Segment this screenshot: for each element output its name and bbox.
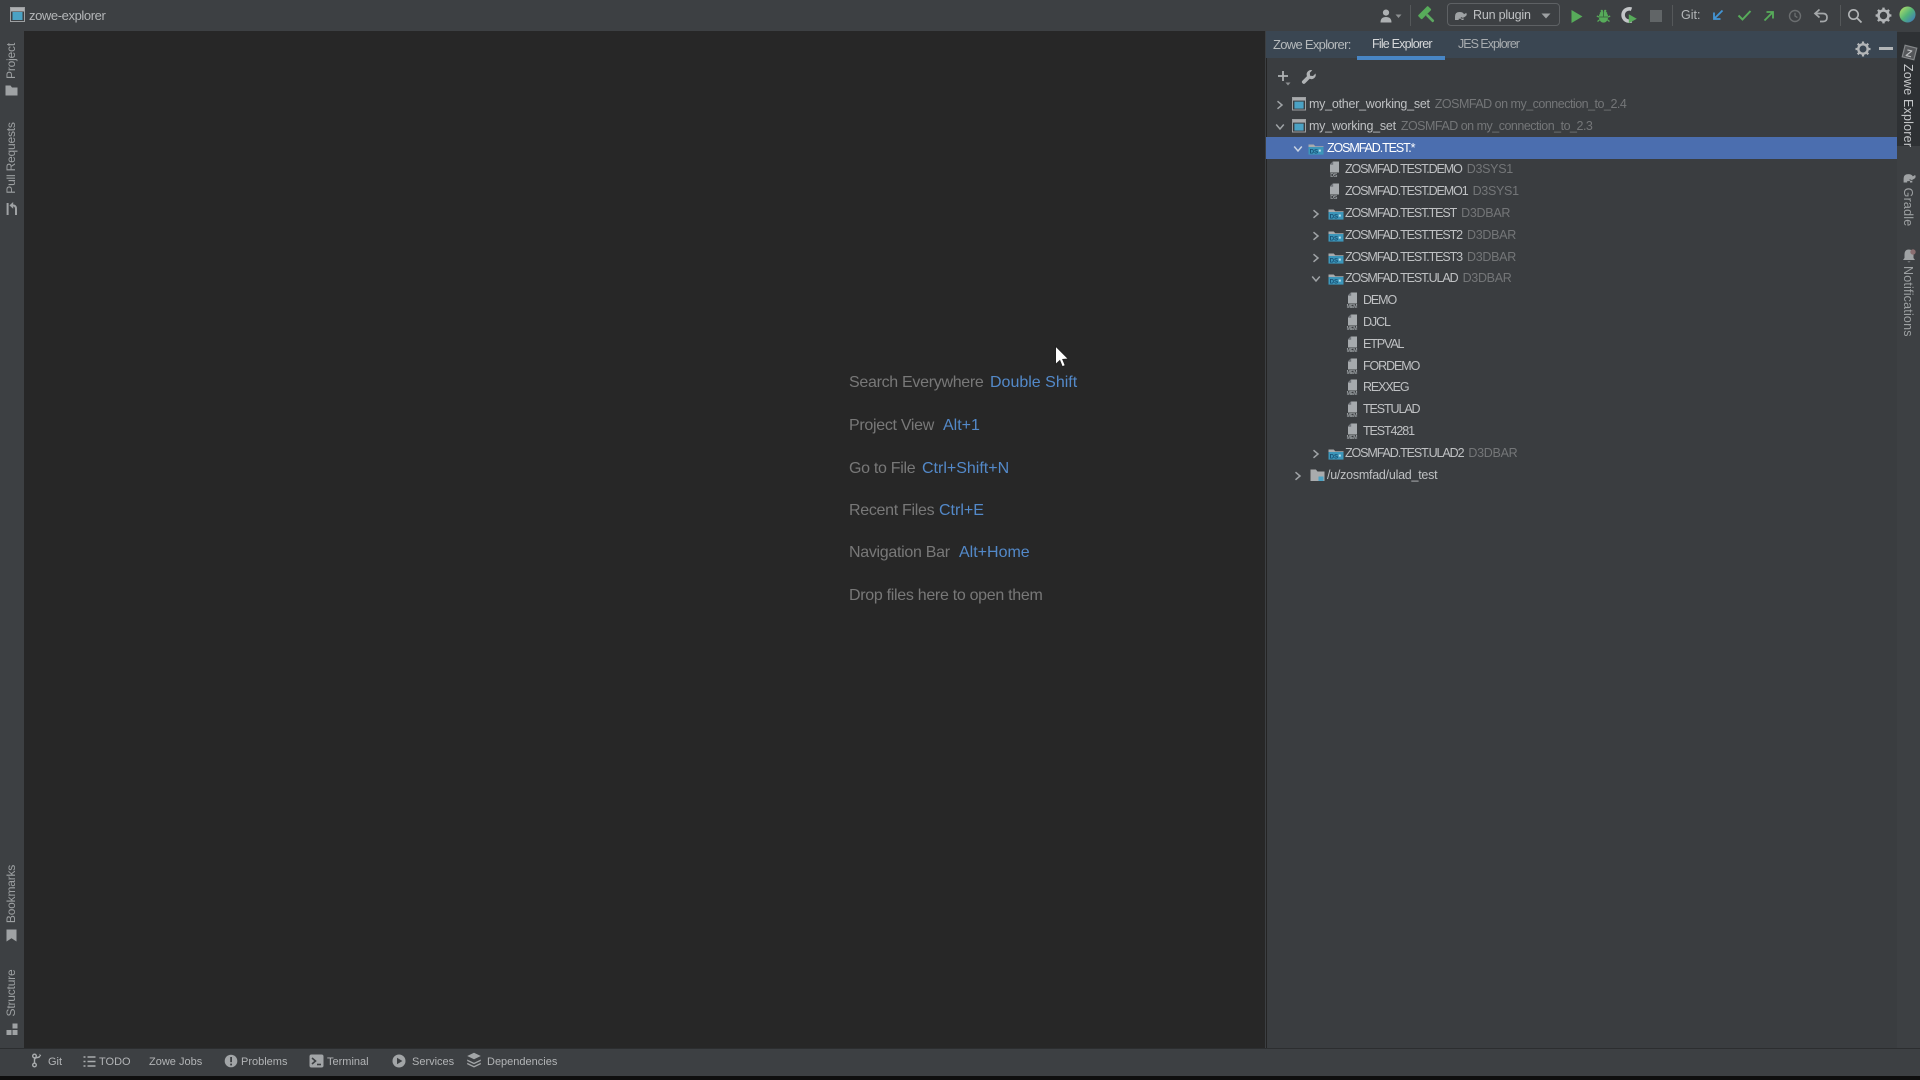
svg-text:DS: DS [1330, 173, 1338, 178]
svg-text:MEM: MEM [1347, 370, 1358, 375]
svg-text:DS: DS [1330, 453, 1339, 460]
svg-text:MEM: MEM [1347, 435, 1358, 440]
svg-text:DS: DS [1330, 257, 1339, 264]
svg-text:DS: DS [1330, 195, 1338, 200]
svg-text:MEM: MEM [1347, 391, 1358, 396]
svg-text:DS: DS [1330, 235, 1339, 242]
svg-text:MEM: MEM [1347, 304, 1358, 309]
svg-text:MEM: MEM [1347, 326, 1358, 331]
svg-text:MEM: MEM [1347, 413, 1358, 418]
svg-text:DS: DS [1330, 278, 1339, 285]
svg-text:DS: DS [1310, 148, 1319, 155]
svg-text:MEM: MEM [1347, 348, 1358, 353]
svg-text:DS: DS [1330, 213, 1339, 220]
